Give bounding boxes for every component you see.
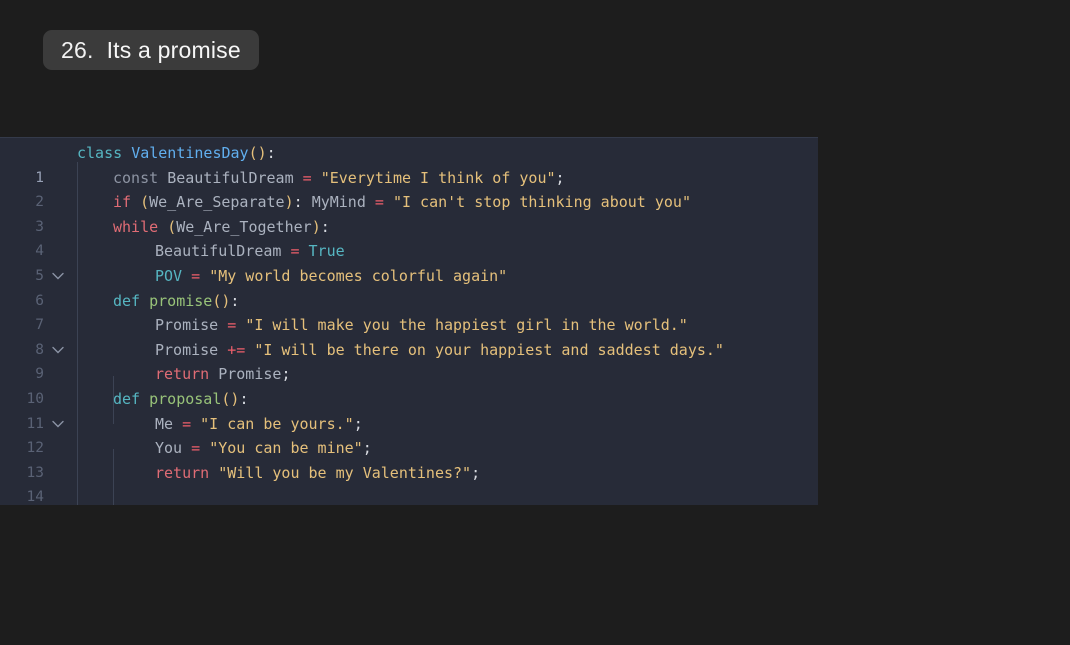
token-string: "I can be yours." xyxy=(200,415,354,433)
code-line-content: BeautifulDream = True xyxy=(155,239,345,264)
token-keyword: class xyxy=(77,144,122,162)
token-string: "I can't stop thinking about you" xyxy=(393,193,691,211)
slide-title-badge: 26. Its a promise xyxy=(43,30,259,70)
code-line[interactable]: 11 def proposal(): xyxy=(0,387,818,412)
token-semicolon: ; xyxy=(363,439,372,457)
token-colon: : xyxy=(230,292,239,310)
token-variable: Promise xyxy=(155,316,218,334)
code-line-content: Me = "I can be yours."; xyxy=(155,412,363,437)
token-keyword: def xyxy=(113,390,140,408)
token-variable: MyMind xyxy=(312,193,366,211)
code-line[interactable]: 14 return "Will you be my Valentines?"; xyxy=(0,461,818,486)
token-string: "I will be there on your happiest and sa… xyxy=(254,341,724,359)
token-paren: () xyxy=(249,144,267,162)
token-colon: : xyxy=(294,193,303,211)
token-variable: BeautifulDream xyxy=(167,169,293,187)
token-constant: POV xyxy=(155,267,182,285)
token-string: "You can be mine" xyxy=(209,439,363,457)
token-operator: = xyxy=(375,193,384,211)
code-line[interactable]: 10 return Promise; xyxy=(0,362,818,387)
token-operator: = xyxy=(191,439,200,457)
code-line[interactable]: 12 Me = "I can be yours."; xyxy=(0,412,818,437)
token-class-name: ValentinesDay xyxy=(131,144,248,162)
code-line-content: return Promise; xyxy=(155,362,290,387)
token-colon: : xyxy=(267,144,276,162)
code-line[interactable]: 8 Promise = "I will make you the happies… xyxy=(0,313,818,338)
code-line-content: if (We_Are_Separate): MyMind = "I can't … xyxy=(113,190,691,215)
token-string: "Everytime I think of you" xyxy=(321,169,556,187)
code-line[interactable]: 9 Promise += "I will be there on your ha… xyxy=(0,338,818,363)
token-paren: () xyxy=(212,292,230,310)
token-semicolon: ; xyxy=(556,169,565,187)
token-operator: = xyxy=(227,316,236,334)
token-paren: ( xyxy=(140,193,149,211)
code-line[interactable]: 5 BeautifulDream = True xyxy=(0,239,818,264)
code-editor-panel[interactable]: 1 class ValentinesDay(): 2 const Beautif… xyxy=(0,137,818,505)
token-string: "My world becomes colorful again" xyxy=(209,267,507,285)
token-variable: Promise xyxy=(218,365,281,383)
token-variable: Me xyxy=(155,415,173,433)
slide-title-text: Its a promise xyxy=(107,37,241,64)
token-paren: () xyxy=(221,390,239,408)
token-paren: ) xyxy=(312,218,321,236)
token-keyword: def xyxy=(113,292,140,310)
token-variable: Promise xyxy=(155,341,218,359)
code-line[interactable]: 4 while (We_Are_Together): xyxy=(0,215,818,240)
token-variable: We_Are_Separate xyxy=(149,193,284,211)
token-operator: = xyxy=(303,169,312,187)
token-colon: : xyxy=(239,390,248,408)
slide-number: 26. xyxy=(61,37,94,64)
code-line-content: class ValentinesDay(): xyxy=(77,141,276,166)
token-keyword: return xyxy=(155,464,209,482)
token-constant: True xyxy=(309,242,345,260)
token-semicolon: ; xyxy=(354,415,363,433)
token-string: "I will make you the happiest girl in th… xyxy=(245,316,688,334)
code-line-content: def promise(): xyxy=(113,289,239,314)
token-const-keyword: const xyxy=(113,169,158,187)
token-string: "Will you be my Valentines?" xyxy=(218,464,471,482)
code-line[interactable]: 6 POV = "My world becomes colorful again… xyxy=(0,264,818,289)
token-variable: BeautifulDream xyxy=(155,242,281,260)
code-line-content: const BeautifulDream = "Everytime I thin… xyxy=(113,166,565,191)
code-line-content: Promise = "I will make you the happiest … xyxy=(155,313,688,338)
code-line[interactable]: 7 def promise(): xyxy=(0,289,818,314)
token-paren: ) xyxy=(285,193,294,211)
token-semicolon: ; xyxy=(281,365,290,383)
token-keyword: if xyxy=(113,193,131,211)
code-line-content: def proposal(): xyxy=(113,387,248,412)
code-line-content: while (We_Are_Together): xyxy=(113,215,330,240)
code-line-content: return "Will you be my Valentines?"; xyxy=(155,461,480,486)
token-keyword: return xyxy=(155,365,209,383)
token-semicolon: ; xyxy=(471,464,480,482)
token-operator: = xyxy=(191,267,200,285)
token-variable: We_Are_Together xyxy=(176,218,311,236)
code-line[interactable]: 2 const BeautifulDream = "Everytime I th… xyxy=(0,166,818,191)
code-line[interactable]: 13 You = "You can be mine"; xyxy=(0,436,818,461)
token-operator: = xyxy=(290,242,299,260)
token-variable: You xyxy=(155,439,182,457)
code-line-content: You = "You can be mine"; xyxy=(155,436,372,461)
code-line-content: POV = "My world becomes colorful again" xyxy=(155,264,507,289)
token-function-name: proposal xyxy=(149,390,221,408)
code-line[interactable]: 3 if (We_Are_Separate): MyMind = "I can'… xyxy=(0,190,818,215)
code-line-content: Promise += "I will be there on your happ… xyxy=(155,338,724,363)
token-operator: = xyxy=(182,415,191,433)
code-line[interactable]: 1 class ValentinesDay(): xyxy=(0,141,818,166)
token-keyword: while xyxy=(113,218,158,236)
token-colon: : xyxy=(321,218,330,236)
token-paren: ( xyxy=(167,218,176,236)
token-operator: += xyxy=(227,341,245,359)
code-line[interactable]: 15 xyxy=(0,485,818,505)
token-function-name: promise xyxy=(149,292,212,310)
